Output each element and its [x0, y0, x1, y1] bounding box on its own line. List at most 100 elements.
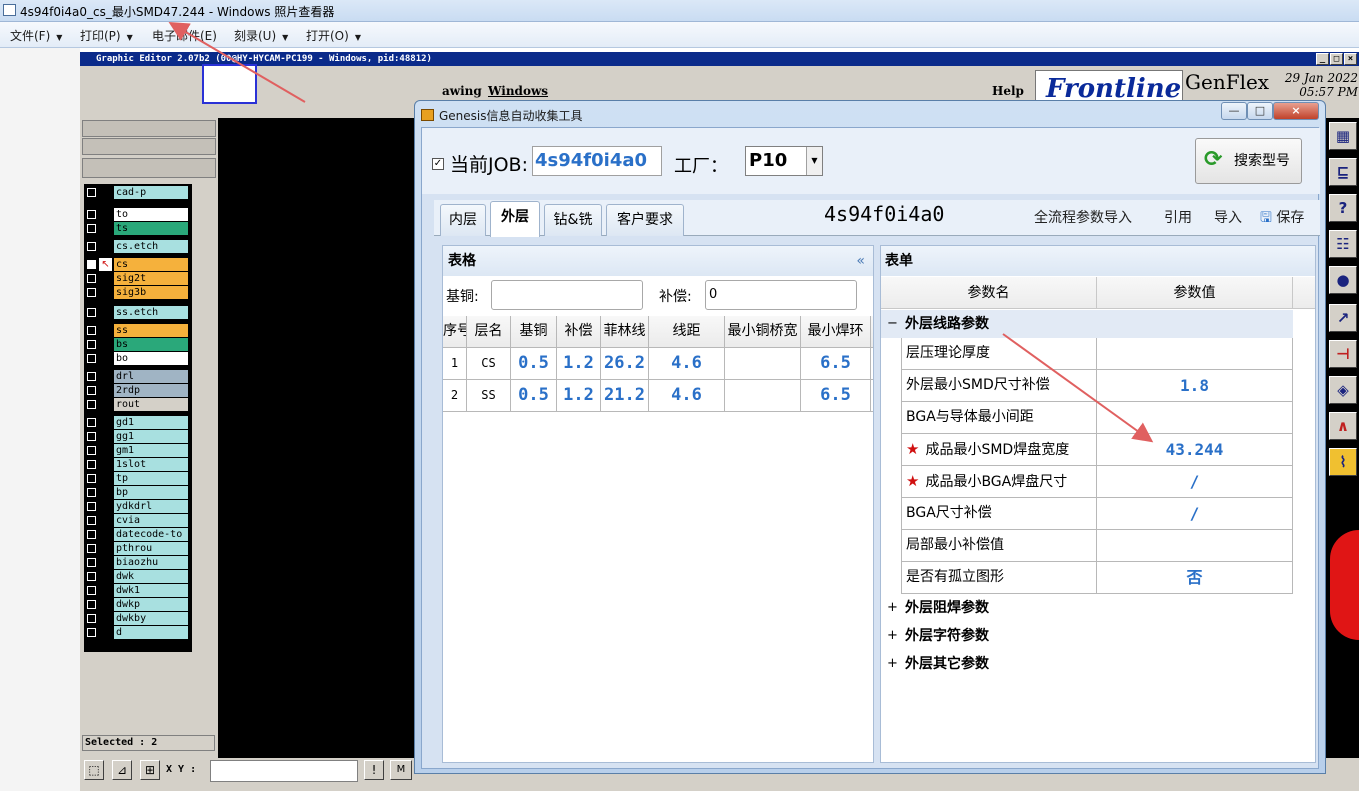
layer-checkbox[interactable] [87, 572, 96, 581]
table-row[interactable]: 1 CS 0.5 1.2 26.2 4.6 6.5 [443, 348, 873, 380]
shapes-icon[interactable]: ◈ [1329, 376, 1357, 404]
netlist-icon[interactable]: ☷ [1329, 230, 1357, 258]
tab-outer-layer[interactable]: 外层 [490, 201, 540, 237]
group-outer-other[interactable]: + 外层其它参数 [881, 650, 1293, 678]
group-outer-circuit[interactable]: − 外层线路参数 [881, 310, 1293, 338]
layer-row[interactable]: gm1 [84, 444, 192, 457]
menu-help[interactable]: Help [992, 84, 1024, 98]
minimize-icon[interactable]: — [1221, 102, 1247, 120]
layer-row[interactable]: 2rdp [84, 384, 192, 397]
compensation-input[interactable]: 0 [705, 280, 857, 310]
expand-toggle-icon[interactable]: + [887, 650, 898, 678]
group-silkscreen[interactable]: + 外层字符参数 [881, 622, 1293, 650]
restore-icon[interactable]: □ [1330, 53, 1343, 65]
import-all-button[interactable]: 全流程参数导入 [1034, 207, 1132, 227]
import-button[interactable]: 导入 [1214, 207, 1242, 227]
layer-checkbox[interactable] [87, 502, 96, 511]
layer-checkbox[interactable] [87, 386, 96, 395]
layer-row[interactable]: dwkp [84, 598, 192, 611]
col-layer[interactable]: 层名 [467, 316, 511, 348]
job-checkbox[interactable]: ✓ [432, 158, 444, 170]
alert-icon[interactable]: ! [364, 760, 384, 780]
xy-input[interactable] [210, 760, 358, 782]
param-value[interactable]: / [1097, 466, 1293, 498]
param-value[interactable] [1097, 338, 1293, 370]
layer-checkbox[interactable] [87, 274, 96, 283]
layer-checkbox[interactable] [87, 242, 96, 251]
layer-checkbox[interactable] [87, 600, 96, 609]
cell-base-copper[interactable]: 0.5 [511, 380, 557, 412]
factory-select[interactable]: P10 ▼ [745, 146, 823, 176]
layer-checkbox[interactable] [87, 614, 96, 623]
cell-compensation[interactable]: 1.2 [557, 348, 601, 380]
cell-base-copper[interactable]: 0.5 [511, 348, 557, 380]
param-row[interactable]: 是否有孤立图形否 [901, 562, 1293, 594]
menu-open[interactable]: 打开(O) ▼ [306, 27, 361, 44]
feature-icon[interactable]: ⊣ [1329, 340, 1357, 368]
group-solder-mask[interactable]: + 外层阻焊参数 [881, 594, 1293, 622]
col-film-line[interactable]: 菲林线 [601, 316, 649, 348]
tab-customer-requirements[interactable]: 客户要求 [606, 204, 684, 236]
save-button[interactable]: 🖫 保存 [1260, 207, 1304, 231]
layer-row[interactable]: sig2t [84, 272, 192, 285]
menu-file[interactable]: 文件(F) ▼ [10, 27, 62, 44]
param-value[interactable] [1097, 402, 1293, 434]
layer-checkbox[interactable] [87, 628, 96, 637]
layer-checkbox[interactable] [87, 224, 96, 233]
layer-row[interactable]: bo [84, 352, 192, 365]
layer-row[interactable]: rout [84, 398, 192, 411]
layer-row[interactable]: biaozhu [84, 556, 192, 569]
layer-row[interactable]: gd1 [84, 416, 192, 429]
col-spacing[interactable]: 线距 [649, 316, 725, 348]
search-model-button[interactable]: ⟳ 搜索型号 [1195, 138, 1302, 184]
graphic-canvas[interactable] [218, 118, 414, 758]
layer-row[interactable]: ss [84, 324, 192, 337]
zoom-fit-icon[interactable]: ⬚ [84, 760, 104, 780]
layout-icon[interactable]: ▦ [1329, 122, 1357, 150]
grid-icon[interactable]: ⊞ [140, 760, 160, 780]
layer-row[interactable]: cad-p [84, 186, 192, 199]
layer-row[interactable]: ss.etch [84, 306, 192, 319]
close-icon[interactable]: × [1344, 53, 1357, 65]
job-input[interactable]: 4s94f0i4a0 [532, 146, 662, 176]
param-value[interactable]: / [1097, 498, 1293, 530]
param-row[interactable]: 层压理论厚度 [901, 338, 1293, 370]
col-min-ring[interactable]: 最小焊环 [801, 316, 871, 348]
collapse-toggle-icon[interactable]: − [887, 310, 898, 338]
layer-checkbox[interactable] [87, 516, 96, 525]
layer-panel-bar[interactable] [82, 138, 216, 155]
layer-checkbox[interactable] [87, 354, 96, 363]
layer-row[interactable]: bp [84, 486, 192, 499]
cell-min-ring[interactable]: 6.5 [801, 348, 871, 380]
layer-row[interactable]: gg1 [84, 430, 192, 443]
cell-spacing[interactable]: 4.6 [649, 380, 725, 412]
layer-checkbox[interactable] [87, 308, 96, 317]
cell-min-copper-bridge[interactable] [725, 348, 801, 380]
param-value[interactable]: 1.8 [1097, 370, 1293, 402]
minimize-icon[interactable]: _ [1316, 53, 1329, 65]
close-icon[interactable]: × [1273, 102, 1319, 120]
route-icon[interactable]: ↗ [1329, 304, 1357, 332]
layer-checkbox[interactable] [87, 488, 96, 497]
menu-drawing[interactable]: awing [442, 84, 482, 98]
layer-row[interactable]: d [84, 626, 192, 639]
layer-row[interactable]: dwk1 [84, 584, 192, 597]
layer-checkbox[interactable] [87, 446, 96, 455]
pad-icon[interactable]: ● [1329, 266, 1357, 294]
cell-film-line[interactable]: 21.2 [601, 380, 649, 412]
layer-panel-bar[interactable] [82, 158, 216, 178]
expand-toggle-icon[interactable]: + [887, 594, 898, 622]
menu-burn[interactable]: 刻录(U) ▼ [234, 27, 288, 44]
layer-row[interactable]: drl [84, 370, 192, 383]
layer-row[interactable]: ts [84, 222, 192, 235]
reference-button[interactable]: 引用 [1164, 207, 1192, 227]
layer-row[interactable]: ydkdrl [84, 500, 192, 513]
layer-checkbox[interactable] [87, 372, 96, 381]
layer-checkbox[interactable] [87, 418, 96, 427]
layer-checkbox[interactable] [87, 558, 96, 567]
col-compensation[interactable]: 补偿 [557, 316, 601, 348]
layer-row[interactable]: tp [84, 472, 192, 485]
layer-checkbox[interactable] [87, 530, 96, 539]
help-icon[interactable]: ? [1329, 194, 1357, 222]
layer-row[interactable]: 1slot [84, 458, 192, 471]
